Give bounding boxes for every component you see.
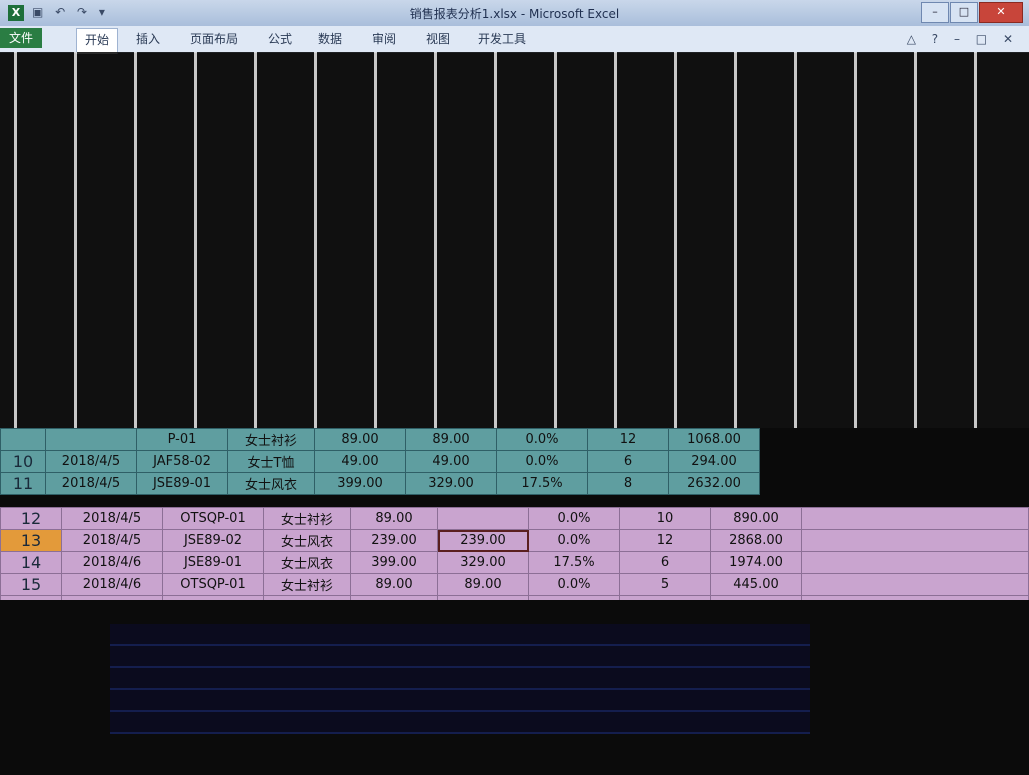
tab-page-layout[interactable]: 页面布局 [190,30,238,47]
cell-qty[interactable]: 6 [587,450,669,473]
cell-code[interactable]: OTSQP-01 [162,573,264,596]
tab-insert[interactable]: 插入 [136,30,160,47]
cell-name[interactable]: 女士衬衫 [227,428,315,451]
cell-date[interactable]: 2018/4/6 [61,551,163,574]
row-number[interactable]: 13 [0,529,62,552]
cell-code[interactable]: JSE89-02 [162,529,264,552]
cell-total[interactable]: 1068.00 [668,428,760,451]
table-row: 15 2018/4/6 OTSQP-01 女士衬衫 89.00 89.00 0.… [0,573,1029,596]
row-number[interactable]: 10 [0,450,46,473]
table-row: 12 2018/4/5 OTSQP-01 女士衬衫 89.00 0.0% 10 … [0,507,1029,530]
tab-data[interactable]: 数据 [318,30,342,47]
cell-date[interactable] [45,428,137,451]
corrupted-lines [110,624,810,734]
cell-empty[interactable] [801,551,1029,574]
sheet-grid-teal: P-01 女士衬衫 89.00 89.00 0.0% 12 1068.00 10… [0,428,760,495]
cell-qty[interactable]: 10 [619,507,711,530]
cell-date[interactable]: 2018/4/5 [45,450,137,473]
cell-discount[interactable]: 17.5% [528,551,620,574]
cell-sale[interactable]: 329.00 [405,472,497,495]
cell-total[interactable]: 890.00 [710,507,802,530]
cell-price[interactable]: 399.00 [350,551,438,574]
cell-code[interactable]: P-01 [136,428,228,451]
cell-total[interactable]: 445.00 [710,573,802,596]
cell-price[interactable]: 399.00 [314,472,406,495]
cell-price[interactable]: 89.00 [350,507,438,530]
table-row: P-01 女士衬衫 89.00 89.00 0.0% 12 1068.00 [0,428,760,451]
ribbon-help-icons[interactable]: △ ? – □ ✕ [907,32,1019,46]
cell-price[interactable]: 89.00 [314,428,406,451]
window-controls: – □ ✕ [920,2,1023,23]
tab-formulas[interactable]: 公式 [268,30,292,47]
cell-discount[interactable]: 0.0% [496,450,588,473]
tab-view[interactable]: 视图 [426,30,450,47]
cell-name[interactable]: 女士衬衫 [263,573,351,596]
cell-name[interactable]: 女士风衣 [227,472,315,495]
cell-discount[interactable]: 0.0% [528,529,620,552]
tab-home[interactable]: 开始 [76,28,119,54]
cell-price[interactable]: 49.00 [314,450,406,473]
table-row: 14 2018/4/6 JSE89-01 女士风衣 399.00 329.00 … [0,551,1029,574]
cell-date[interactable]: 2018/4/6 [61,573,163,596]
cell-price[interactable]: 239.00 [350,529,438,552]
cell-discount[interactable]: 17.5% [496,472,588,495]
cell-qty[interactable]: 8 [587,472,669,495]
row-number[interactable]: 11 [0,472,46,495]
tab-review[interactable]: 审阅 [372,30,396,47]
cell-code[interactable]: OTSQP-01 [162,507,264,530]
cell-name[interactable]: 女士风衣 [263,529,351,552]
cell-date[interactable]: 2018/4/5 [45,472,137,495]
tab-file[interactable]: 文件 [0,28,42,48]
cell-date[interactable]: 2018/4/5 [61,507,163,530]
cell-discount[interactable]: 0.0% [528,573,620,596]
cell-empty[interactable] [801,529,1029,552]
cell-total[interactable]: 2868.00 [710,529,802,552]
cell-name[interactable]: 女士T恤 [227,450,315,473]
cell-total[interactable]: 294.00 [668,450,760,473]
cell-empty[interactable] [801,507,1029,530]
table-row: 10 2018/4/5 JAF58-02 女士T恤 49.00 49.00 0.… [0,450,760,473]
corrupted-region [0,52,1029,428]
cell-discount[interactable]: 0.0% [528,507,620,530]
cell-total[interactable]: 1974.00 [710,551,802,574]
cell-qty[interactable]: 5 [619,573,711,596]
cell-sale[interactable]: 89.00 [437,573,529,596]
minimize-button[interactable]: – [921,2,949,23]
cell-price[interactable]: 89.00 [350,573,438,596]
active-cell[interactable]: 239.00 [437,529,529,552]
cell-qty[interactable]: 12 [619,529,711,552]
row-number[interactable]: 15 [0,573,62,596]
cell-qty[interactable]: 12 [587,428,669,451]
cell-code[interactable]: JAF58-02 [136,450,228,473]
cell-sale[interactable]: 329.00 [437,551,529,574]
row-number[interactable] [0,428,46,451]
cell-date[interactable]: 2018/4/5 [61,529,163,552]
tab-developer[interactable]: 开发工具 [478,30,526,47]
cell-name[interactable]: 女士风衣 [263,551,351,574]
ribbon-tabs: 文件 开始 插入 页面布局 公式 数据 审阅 视图 开发工具 △ ? – □ ✕ [0,26,1029,54]
close-button[interactable]: ✕ [979,2,1023,23]
cell-sale[interactable]: 89.00 [405,428,497,451]
cell-empty[interactable] [801,573,1029,596]
maximize-button[interactable]: □ [950,2,978,23]
row-number[interactable]: 14 [0,551,62,574]
cell-sale[interactable] [437,507,529,530]
window-title: 销售报表分析1.xlsx - Microsoft Excel [409,7,620,21]
cell-discount[interactable]: 0.0% [496,428,588,451]
cell-total[interactable]: 2632.00 [668,472,760,495]
title-bar: X ▣ ↶ ↷ ▾ 销售报表分析1.xlsx - Microsoft Excel… [0,0,1029,26]
row-number[interactable]: 12 [0,507,62,530]
cell-qty[interactable]: 6 [619,551,711,574]
cell-code[interactable]: JSE89-01 [162,551,264,574]
table-row: 13 2018/4/5 JSE89-02 女士风衣 239.00 239.00 … [0,529,1029,552]
table-row: 11 2018/4/5 JSE89-01 女士风衣 399.00 329.00 … [0,472,760,495]
cell-name[interactable]: 女士衬衫 [263,507,351,530]
cell-code[interactable]: JSE89-01 [136,472,228,495]
cell-sale[interactable]: 49.00 [405,450,497,473]
